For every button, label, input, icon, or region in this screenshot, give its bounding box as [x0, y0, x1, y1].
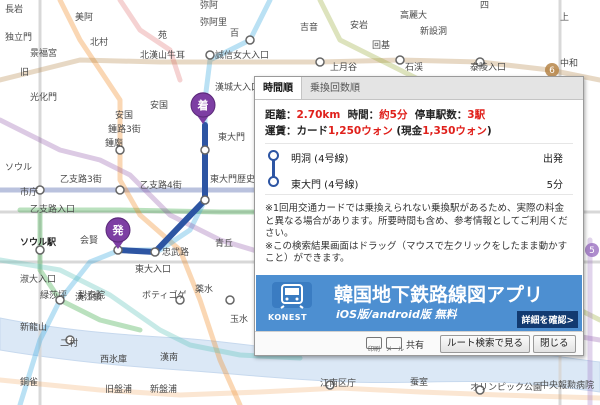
stops-value: 3駅 — [467, 109, 486, 121]
route-notes: ※1回用交通カードでは乗換えられない乗換駅があるため、実際の料金と異なる場合があ… — [265, 203, 568, 264]
route-start-station: 明洞 (4号線) — [291, 154, 349, 165]
svg-text:蚕室: 蚕室 — [410, 376, 428, 388]
station-dot — [205, 50, 215, 60]
svg-text:長岩: 長岩 — [5, 3, 23, 15]
svg-text:乙支路3街: 乙支路3街 — [60, 173, 102, 185]
svg-text:発: 発 — [112, 223, 125, 237]
svg-text:市庁: 市庁 — [20, 186, 38, 198]
svg-text:ソウル駅: ソウル駅 — [20, 237, 57, 248]
svg-text:鍾廟: 鍾廟 — [105, 137, 123, 149]
route-steps: 明洞 (4号線) 出発 東大門 (4号線) 5分 — [265, 143, 573, 195]
route-search-button[interactable]: ルート検索で見る — [440, 335, 531, 353]
banner-title: 韓国地下鉄路線図アプリ — [334, 284, 544, 306]
svg-text:北村: 北村 — [90, 36, 108, 48]
svg-text:ソウル: ソウル — [5, 162, 32, 173]
route-start-note: 出発 — [543, 154, 563, 165]
svg-text:安岩: 安岩 — [350, 19, 368, 31]
svg-text:二村: 二村 — [60, 337, 78, 349]
summary-line-1: 距離：2.70km 時間：約5分 停車駅数：3駅 — [265, 109, 486, 121]
svg-text:淑大入口: 淑大入口 — [20, 273, 56, 285]
fare-card-value: 1,250ウォン — [328, 125, 393, 137]
svg-text:乙支路4街: 乙支路4街 — [140, 179, 182, 191]
svg-text:新龍山: 新龍山 — [20, 321, 47, 333]
svg-text:東大入口: 東大入口 — [135, 263, 171, 275]
svg-text:玉水: 玉水 — [230, 313, 248, 325]
svg-text:景福宮: 景福宮 — [30, 47, 57, 59]
svg-text:安国: 安国 — [150, 99, 168, 111]
banner-subtitle: iOS版/android版 無料 — [336, 308, 457, 321]
svg-text:泰陵入口: 泰陵入口 — [470, 61, 506, 73]
route-summary: 距離：2.70km 時間：約5分 停車駅数：3駅 運賃：カード1,250ウォン … — [255, 100, 583, 139]
svg-text:江南区庁: 江南区庁 — [320, 377, 356, 389]
svg-text:乙支路入口: 乙支路入口 — [30, 203, 75, 215]
svg-text:吉音: 吉音 — [300, 21, 318, 33]
train-icon — [272, 282, 312, 309]
svg-text:安国: 安国 — [115, 109, 133, 121]
svg-text:鍾路3街: 鍾路3街 — [108, 123, 141, 135]
fare-cash-value: 1,350ウォン — [422, 125, 487, 137]
route-result-panel[interactable]: 時間順 乗換回数順 距離：2.70km 時間：約5分 停車駅数：3駅 運賃：カー… — [254, 76, 584, 356]
svg-text:高麗大: 高麗大 — [400, 9, 427, 21]
time-value: 約5分 — [379, 109, 408, 121]
svg-text:四: 四 — [480, 1, 489, 11]
station-dot — [315, 57, 325, 67]
station-dot — [200, 195, 210, 205]
svg-text:銅雀: 銅雀 — [20, 376, 38, 388]
tab-transfer-order[interactable]: 乗換回数順 — [302, 77, 368, 99]
svg-text:石渓: 石渓 — [405, 61, 423, 73]
distance-value: 2.70km — [296, 109, 341, 121]
svg-text:会賢: 会賢 — [80, 234, 98, 246]
route-start-dot — [268, 150, 279, 161]
svg-text:苑: 苑 — [158, 29, 167, 41]
svg-text:中和: 中和 — [560, 57, 578, 69]
close-button[interactable]: 閉じる — [533, 335, 576, 353]
svg-text:上月谷: 上月谷 — [330, 62, 357, 73]
svg-text:ボティゴゲ: ボティゴゲ — [142, 289, 186, 301]
station-dot — [115, 185, 125, 195]
banner-detail-button[interactable]: 詳細を確認> — [517, 311, 578, 328]
svg-text:北漢山牛耳: 北漢山牛耳 — [140, 49, 185, 61]
svg-text:緑莎坪: 緑莎坪 — [40, 289, 67, 301]
station-dot — [225, 295, 235, 305]
svg-text:忠武路: 忠武路 — [162, 246, 189, 258]
svg-text:誠信女大入口: 誠信女大入口 — [215, 49, 269, 61]
svg-text:西氷庫: 西氷庫 — [100, 353, 127, 365]
svg-text:5: 5 — [589, 246, 595, 256]
svg-text:百: 百 — [230, 28, 239, 39]
svg-text:漢江鎮: 漢江鎮 — [75, 291, 102, 303]
svg-text:上: 上 — [560, 12, 569, 23]
banner-brand: KONEST — [268, 313, 308, 322]
svg-text:漢南: 漢南 — [160, 351, 178, 363]
svg-text:旧: 旧 — [20, 67, 29, 78]
share-button[interactable]: 共有 — [406, 338, 424, 351]
svg-text:青丘: 青丘 — [215, 237, 233, 249]
svg-text:オリンピック公園: オリンピック公園 — [470, 382, 542, 393]
svg-text:美阿: 美阿 — [75, 11, 93, 23]
svg-text:光化門: 光化門 — [30, 91, 57, 103]
svg-text:新設洞: 新設洞 — [420, 25, 447, 37]
panel-footer: 印刷 メール 共有 ルート検索で見る 閉じる — [255, 331, 583, 355]
svg-text:中央報勲病院: 中央報勲病院 — [540, 379, 594, 391]
svg-text:着: 着 — [197, 98, 209, 112]
svg-text:薬水: 薬水 — [195, 283, 213, 295]
station-dot — [395, 55, 405, 65]
route-end-note: 5分 — [546, 180, 563, 191]
station-dot — [200, 145, 210, 155]
station-dot — [150, 247, 160, 257]
svg-text:旧盤浦: 旧盤浦 — [105, 383, 132, 395]
route-end-station: 東大門 (4号線) — [291, 180, 359, 191]
svg-text:弥阿: 弥阿 — [200, 0, 218, 11]
svg-text:独立門: 独立門 — [5, 31, 32, 43]
svg-text:6: 6 — [549, 66, 555, 76]
tab-time-order[interactable]: 時間順 — [255, 77, 302, 99]
svg-text:弥阿里: 弥阿里 — [200, 16, 227, 28]
svg-text:新盤浦: 新盤浦 — [150, 383, 177, 395]
svg-text:回基: 回基 — [372, 39, 390, 51]
app-banner[interactable]: KONEST 韓国地下鉄路線図アプリ iOS版/android版 無料 詳細を確… — [256, 275, 582, 332]
svg-text:東大門: 東大門 — [218, 131, 245, 143]
summary-line-2: 運賃：カード1,250ウォン (現金1,350ウォン) — [265, 125, 492, 137]
route-end-dot — [268, 176, 279, 187]
sort-tabs: 時間順 乗換回数順 — [255, 77, 583, 100]
station-dot — [245, 35, 255, 45]
